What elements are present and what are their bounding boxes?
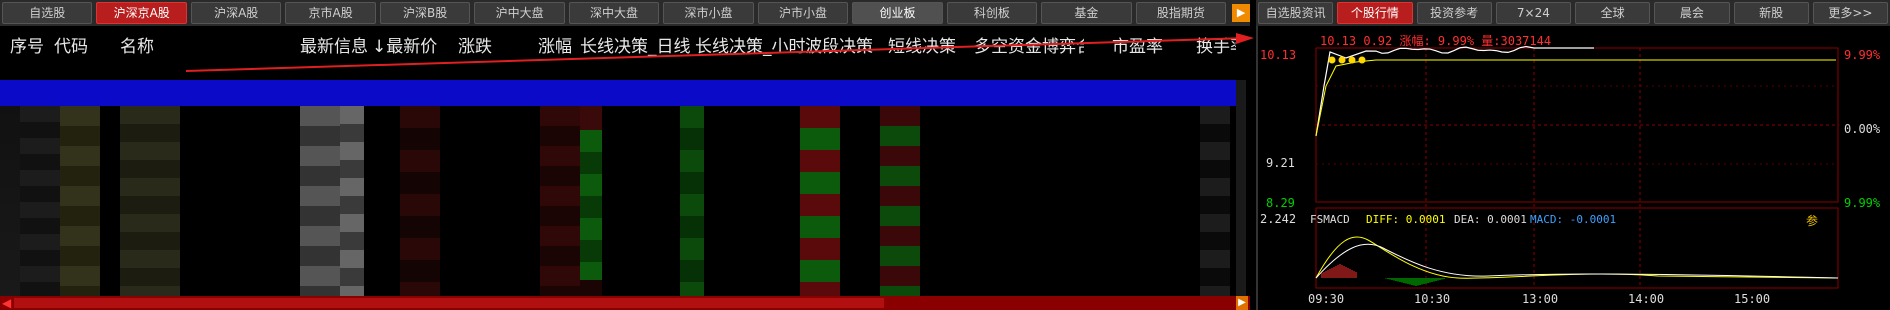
diff-line bbox=[1315, 236, 1839, 279]
macd-label: MACD: -0.0001 bbox=[1530, 213, 1617, 226]
info-tab[interactable]: 全球 bbox=[1575, 2, 1651, 24]
signal-marker bbox=[1338, 56, 1346, 64]
param-button[interactable]: 参 bbox=[1806, 212, 1818, 229]
price-top-label: 10.13 bbox=[1260, 48, 1297, 62]
horizontal-scrollbar[interactable] bbox=[0, 296, 1250, 310]
info-tab[interactable]: 晨会 bbox=[1654, 2, 1730, 24]
signal-marker bbox=[1328, 56, 1336, 64]
scroll-left-icon[interactable]: ◀ bbox=[2, 296, 14, 310]
time-label: 09:30 bbox=[1308, 292, 1345, 306]
dea-label: DEA: 0.0001 bbox=[1454, 213, 1527, 226]
time-label: 10:30 bbox=[1414, 292, 1451, 306]
info-tab[interactable]: 投资参考 bbox=[1416, 2, 1492, 24]
info-tab[interactable]: 自选股资讯 bbox=[1258, 2, 1334, 24]
signal-marker bbox=[1358, 56, 1366, 64]
info-tab[interactable]: 新股 bbox=[1733, 2, 1809, 24]
pct-mid-label: 0.00% bbox=[1844, 122, 1881, 136]
macd-axis-label: 2.242 bbox=[1260, 212, 1297, 226]
time-label: 15:00 bbox=[1734, 292, 1771, 306]
scrollbar-thumb[interactable] bbox=[14, 298, 884, 308]
macd-indicator-label: FSMACD bbox=[1310, 213, 1350, 226]
pct-low-label: 9.99% bbox=[1844, 196, 1881, 210]
info-tab-bar: 自选股资讯 个股行情 投资参考 7×24 全球 晨会 新股 更多>> bbox=[1256, 0, 1890, 26]
dea-line bbox=[1315, 243, 1839, 279]
quote-info-line: 10.13 0.92 涨幅: 9.99% 量:3037144 bbox=[1320, 34, 1552, 48]
scroll-right-icon[interactable]: ▶ bbox=[1236, 296, 1248, 310]
intraday-chart[interactable] bbox=[1258, 26, 1890, 310]
info-tab[interactable]: 7×24 bbox=[1495, 2, 1571, 24]
price-mid-label: 9.21 bbox=[1266, 156, 1295, 170]
pointer-line bbox=[185, 33, 1254, 72]
info-tab[interactable]: 个股行情 bbox=[1337, 2, 1413, 24]
pct-top-label: 9.99% bbox=[1844, 48, 1881, 62]
signal-marker bbox=[1348, 56, 1356, 64]
time-label: 13:00 bbox=[1522, 292, 1559, 306]
diff-label: DIFF: 0.0001 bbox=[1366, 213, 1446, 226]
price-low-label: 8.29 bbox=[1266, 196, 1295, 210]
stock-quote-pane: 10.13 10.13 0.92 涨幅: 9.99% 量:3037144 9.2… bbox=[1256, 26, 1890, 310]
info-tab[interactable]: 更多>> bbox=[1812, 2, 1888, 24]
time-label: 14:00 bbox=[1628, 292, 1665, 306]
